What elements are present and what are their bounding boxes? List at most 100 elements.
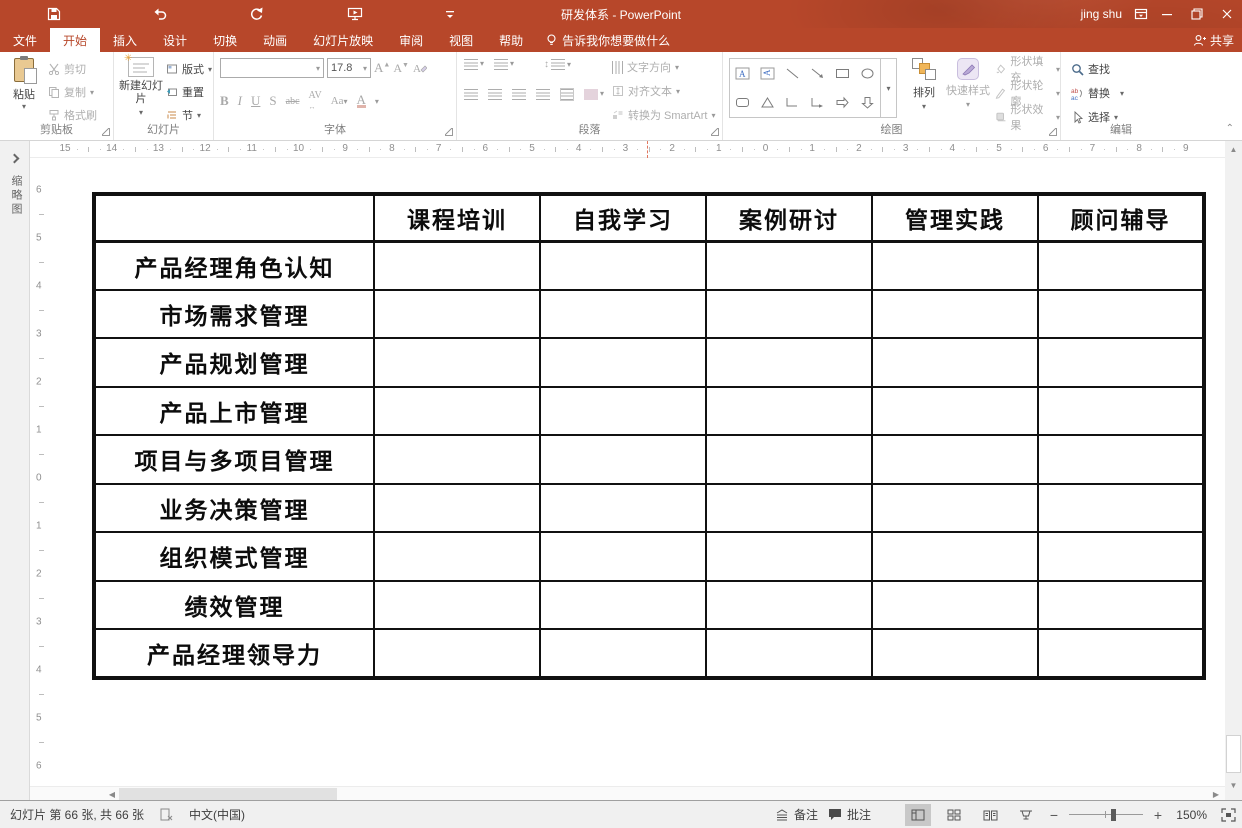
strikethrough-button[interactable]: abc (286, 96, 300, 107)
table-empty-cell[interactable] (872, 290, 1038, 339)
shape-outline-button[interactable]: 形状轮廓▾ (995, 83, 1060, 103)
table-header-cell[interactable]: 案例研讨 (706, 194, 872, 241)
paste-button[interactable]: 粘贴 ▾ (6, 58, 42, 120)
tab-开始[interactable]: 开始 (50, 28, 100, 52)
shape-gallery-more-button[interactable]: ▾ (881, 58, 897, 118)
align-text-button[interactable]: 对齐文本▾ (612, 81, 715, 101)
table-empty-cell[interactable] (872, 484, 1038, 533)
tab-设计[interactable]: 设计 (150, 28, 200, 52)
align-right-button[interactable] (512, 89, 526, 100)
shape-gallery[interactable]: A A (729, 58, 881, 118)
underline-button[interactable]: U (251, 93, 260, 109)
qat-customize-icon[interactable] (440, 4, 460, 24)
table-empty-cell[interactable] (1038, 387, 1204, 436)
proofing-error-icon[interactable] (160, 808, 173, 822)
vertical-scrollbar[interactable]: ▲ ▼ (1225, 141, 1242, 800)
table-empty-cell[interactable] (540, 532, 706, 581)
layout-button[interactable]: 版式▾ (166, 59, 212, 79)
normal-view-button[interactable] (905, 804, 931, 826)
table-empty-cell[interactable] (872, 581, 1038, 630)
vertical-scroll-thumb[interactable] (1226, 735, 1241, 773)
table-empty-cell[interactable] (706, 290, 872, 339)
table-empty-cell[interactable] (374, 338, 540, 387)
table-empty-cell[interactable] (374, 387, 540, 436)
shape-fill-button[interactable]: 形状填充▾ (995, 59, 1060, 79)
table-empty-cell[interactable] (872, 629, 1038, 678)
table-empty-cell[interactable] (540, 387, 706, 436)
redo-icon[interactable] (247, 4, 267, 24)
slide-counter[interactable]: 幻灯片 第 66 张, 共 66 张 (10, 806, 144, 823)
table-empty-cell[interactable] (872, 532, 1038, 581)
expand-pane-chevron-icon[interactable] (10, 154, 20, 164)
justify-button[interactable] (536, 89, 550, 100)
undo-icon[interactable] (150, 4, 170, 24)
add-remove-columns-button[interactable]: ▾ (584, 89, 604, 100)
user-name[interactable]: jing shu (1081, 0, 1122, 28)
table-empty-cell[interactable] (706, 581, 872, 630)
table-empty-cell[interactable] (540, 290, 706, 339)
reset-button[interactable]: 重置 (166, 82, 212, 102)
table-row-label[interactable]: 产品规划管理 (94, 338, 374, 387)
table-empty-cell[interactable] (706, 532, 872, 581)
table-row-label[interactable]: 市场需求管理 (94, 290, 374, 339)
character-spacing-button[interactable]: AV↔ (309, 90, 322, 112)
zoom-level[interactable]: 150% (1173, 808, 1207, 822)
change-case-button[interactable]: Aa▾ (331, 95, 348, 107)
thumbnails-pane-collapsed[interactable]: 缩略图 (0, 141, 30, 800)
drawing-dialog-launcher[interactable] (1049, 128, 1057, 136)
bold-button[interactable]: B (220, 93, 229, 109)
clipboard-dialog-launcher[interactable] (102, 128, 110, 136)
minimize-button[interactable] (1152, 0, 1182, 28)
table-empty-cell[interactable] (374, 435, 540, 484)
line-spacing-button[interactable]: ↕▾ (544, 59, 571, 70)
slide-canvas[interactable]: 课程培训自我学习案例研讨管理实践顾问辅导 产品经理角色认知市场需求管理产品规划管… (52, 158, 1225, 786)
table-empty-cell[interactable] (374, 290, 540, 339)
italic-button[interactable]: I (238, 93, 242, 109)
font-size-combo[interactable]: 17.8▾ (327, 58, 371, 78)
quick-styles-button[interactable]: 快速样式 ▾ (945, 58, 991, 122)
table-empty-cell[interactable] (1038, 241, 1204, 290)
bullets-button[interactable]: ▾ (464, 59, 484, 70)
cut-button[interactable]: 剪切 (48, 59, 97, 79)
horizontal-scroll-thumb[interactable] (119, 788, 337, 800)
shadow-button[interactable]: S (269, 93, 276, 109)
clear-formatting-icon[interactable]: A (412, 61, 427, 75)
font-name-combo[interactable]: ▾ (220, 58, 324, 78)
grow-font-button[interactable]: A▲ (374, 60, 390, 76)
fit-slide-to-window-icon[interactable] (1221, 808, 1236, 822)
scroll-right-icon[interactable]: ▶ (1209, 787, 1223, 801)
table-empty-cell[interactable] (1038, 629, 1204, 678)
font-color-dropdown[interactable]: ▾ (375, 97, 379, 106)
table-row-label[interactable]: 产品上市管理 (94, 387, 374, 436)
table-empty-cell[interactable] (1038, 435, 1204, 484)
save-icon[interactable] (44, 4, 64, 24)
tab-幻灯片放映[interactable]: 幻灯片放映 (300, 28, 386, 52)
tab-文件[interactable]: 文件 (0, 28, 50, 52)
scroll-left-icon[interactable]: ◀ (105, 787, 119, 801)
zoom-slider[interactable] (1069, 804, 1143, 826)
table-row-label[interactable]: 业务决策管理 (94, 484, 374, 533)
table-corner-cell[interactable] (94, 194, 374, 241)
tab-审阅[interactable]: 审阅 (386, 28, 436, 52)
table-empty-cell[interactable] (540, 484, 706, 533)
tab-帮助[interactable]: 帮助 (486, 28, 536, 52)
table-header-cell[interactable]: 自我学习 (540, 194, 706, 241)
slideshow-view-button[interactable] (1013, 804, 1039, 826)
table-header-cell[interactable]: 管理实践 (872, 194, 1038, 241)
tab-动画[interactable]: 动画 (250, 28, 300, 52)
table-row-label[interactable]: 产品经理领导力 (94, 629, 374, 678)
notes-button[interactable]: 备注 (775, 806, 818, 823)
table-empty-cell[interactable] (872, 338, 1038, 387)
close-button[interactable] (1212, 0, 1242, 28)
table-empty-cell[interactable] (1038, 484, 1204, 533)
tab-视图[interactable]: 视图 (436, 28, 486, 52)
table-empty-cell[interactable] (374, 629, 540, 678)
table-empty-cell[interactable] (540, 241, 706, 290)
table-row-label[interactable]: 绩效管理 (94, 581, 374, 630)
tab-插入[interactable]: 插入 (100, 28, 150, 52)
copy-button[interactable]: 复制 ▾ (48, 82, 97, 102)
table-empty-cell[interactable] (374, 484, 540, 533)
font-color-button[interactable]: A (357, 94, 366, 108)
table-empty-cell[interactable] (374, 241, 540, 290)
comments-button[interactable]: 批注 (828, 806, 871, 823)
